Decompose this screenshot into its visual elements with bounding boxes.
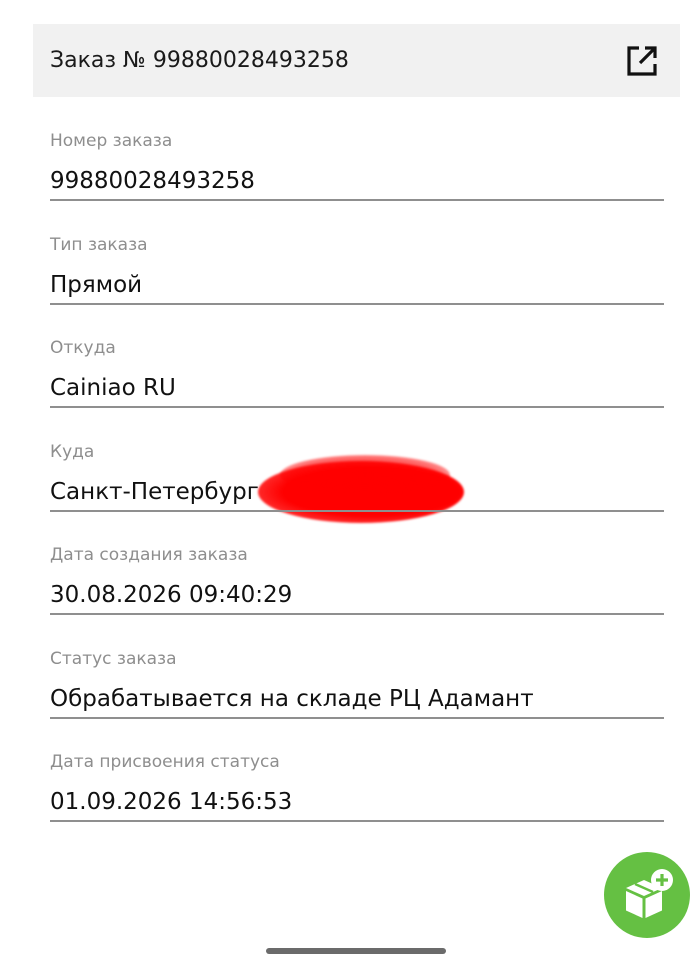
field-value[interactable]: Обрабатывается на складе РЦ Адамант [50,682,664,716]
field-value-wrapper[interactable]: Санкт-Петербург [50,454,664,523]
field-value[interactable]: 01.09.2026 14:56:53 [50,785,664,819]
field-order-status: Статус заказа Обрабатывается на складе Р… [50,645,664,749]
field-status-date: Дата присвоения статуса 01.09.2026 14:56… [50,748,664,852]
field-divider [50,820,664,822]
field-destination: Куда Санкт-Петербург [50,438,664,542]
field-value[interactable]: Прямой [50,268,664,302]
field-origin: Откуда Cainiao RU [50,334,664,438]
field-label: Статус заказа [50,648,177,669]
add-package-icon [626,869,673,918]
field-divider [50,613,664,615]
field-order-type: Тип заказа Прямой [50,231,664,335]
field-divider [50,509,664,512]
open-in-new-icon [627,45,657,76]
open-external-button[interactable] [624,43,660,79]
field-divider [50,406,664,408]
order-title: Заказ № 99880028493258 [50,48,349,73]
order-header: Заказ № 99880028493258 [33,24,680,97]
home-indicator[interactable] [266,948,446,954]
field-divider [50,302,664,305]
redaction-scribble [280,454,450,495]
field-divider [50,716,664,719]
field-divider [50,199,664,201]
order-details-screen: Заказ № 99880028493258 Номер заказа 9988… [0,0,700,972]
field-value[interactable]: Cainiao RU [50,371,664,405]
order-fields: Номер заказа 99880028493258 Тип заказа П… [50,127,664,852]
field-label: Дата присвоения статуса [50,752,280,772]
field-label: Дата создания заказа [50,545,248,565]
field-order-number: Номер заказа 99880028493258 [50,127,664,231]
field-value: Санкт-Петербург [50,478,259,505]
field-created-date: Дата создания заказа 30.08.2026 09:40:29 [50,541,664,645]
field-value[interactable]: 99880028493258 [50,164,664,198]
field-label: Тип заказа [50,234,148,255]
field-label: Откуда [50,338,116,358]
field-label: Номер заказа [50,131,173,151]
field-value[interactable]: 30.08.2026 09:40:29 [50,578,664,612]
add-package-button[interactable] [604,852,690,938]
